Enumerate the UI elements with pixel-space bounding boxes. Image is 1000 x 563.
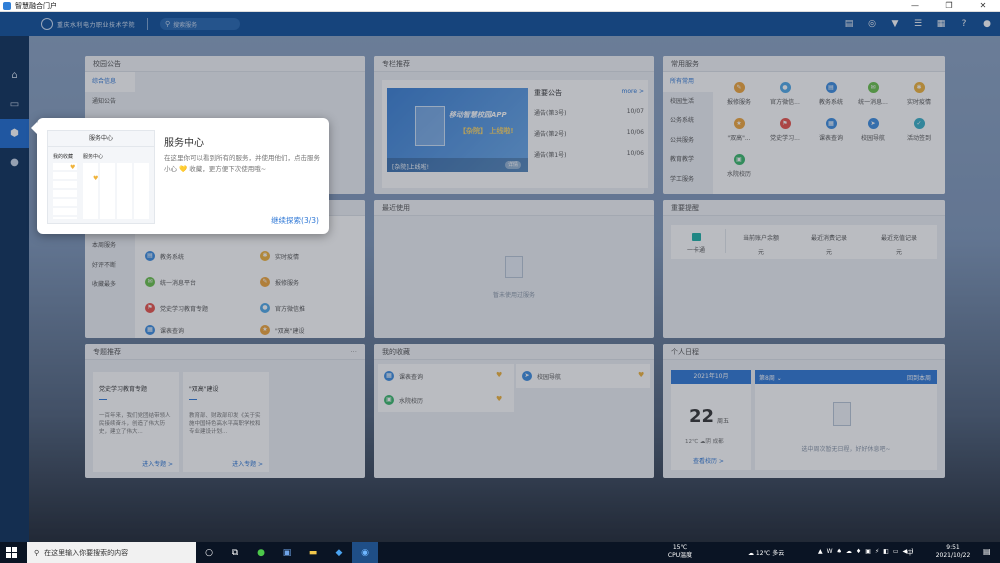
service-center-guide-popover: 服务中心 我的收藏 服务中心 ♥ ♥ 服务中心 在这里你可以看到所有的服务，并使… [31,118,329,234]
clock[interactable]: 9:51 2021/10/22 [930,544,976,560]
task-view-icon[interactable]: ⧉ [222,542,248,563]
file-explorer-icon[interactable]: ▬ [300,542,326,563]
popover-title: 服务中心 [164,138,204,149]
minimize-button[interactable]: — [898,0,932,11]
window-titlebar: 智慧融合门户 — ❐ ✕ [0,0,1000,12]
close-button[interactable]: ✕ [966,0,1000,11]
cortana-icon[interactable]: ○ [196,542,222,563]
ime-indicator[interactable]: 中 [907,548,913,557]
windows-taskbar: ⚲ 在这里输入你要搜索的内容 ○ ⧉ ● ▣ ▬ ◆ ◉ 15℃ CPU温度 ☁… [0,542,1000,563]
app-icon[interactable]: ◆ [326,542,352,563]
portal-app-icon[interactable]: ◉ [352,542,378,563]
popover-text: 在这里你可以看到所有的服务，并使用他们，点击服务小心 💛 收藏，更方便下次使用哦… [164,154,320,173]
heart-icon: ♥ [93,175,99,182]
notification-icon[interactable]: ▤ [983,547,991,556]
continue-explore-button[interactable]: 继续探索(3/3) [271,215,319,226]
app-icon[interactable]: ● [248,542,274,563]
heart-icon: ♥ [70,164,76,171]
weather-widget[interactable]: ☁ 12℃ 多云 [748,548,784,557]
cloud-icon: ☁ [748,550,754,557]
maximize-button[interactable]: ❐ [932,0,966,11]
app-icon[interactable]: ▣ [274,542,300,563]
windows-start-icon[interactable] [6,547,17,558]
guide-overlay [0,12,1000,542]
app-icon [3,1,11,10]
taskbar-search-input[interactable]: ⚲ 在这里输入你要搜索的内容 [27,542,196,563]
window-title: 智慧融合门户 [15,1,57,10]
cpu-temperature: 15℃ CPU温度 [667,544,693,559]
guide-illustration: 服务中心 我的收藏 服务中心 ♥ ♥ [47,130,155,224]
search-icon: ⚲ [34,548,40,557]
system-tray-icons[interactable]: ▲W♠☁♦▣⚡◧▭◀) [818,548,917,555]
